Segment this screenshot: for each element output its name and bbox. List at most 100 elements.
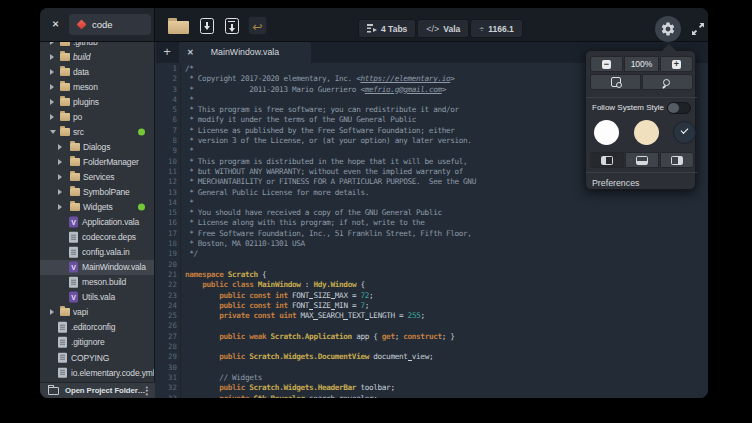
code-line: 22 public class MainWindow : Hdy.Window …	[156, 280, 476, 290]
tree-row[interactable]: VApplication.vala	[40, 215, 155, 230]
revert-button[interactable]: ↩	[248, 16, 267, 35]
tabs-indicator-button[interactable]: 4 Tabs	[358, 19, 416, 38]
find-in-project-button[interactable]	[590, 74, 641, 90]
chevron-right-icon[interactable]	[58, 204, 62, 210]
line-number: 22	[156, 280, 177, 290]
line-number: 6	[156, 115, 177, 125]
chevron-right-icon[interactable]	[50, 309, 54, 315]
chevron-right-icon[interactable]	[58, 144, 62, 150]
tree-row[interactable]: .editorconfig	[40, 320, 155, 335]
tree-row[interactable]: config.vala.in	[40, 245, 155, 260]
folder-icon	[60, 128, 70, 136]
layout-right-button[interactable]	[660, 152, 694, 168]
tree-row[interactable]: codecore.deps	[40, 230, 155, 245]
zoom-out-button[interactable]: −	[590, 56, 623, 72]
tree-row[interactable]: Dialogs	[40, 139, 155, 154]
preferences-menu-item[interactable]: Preferences	[592, 178, 639, 188]
open-project-label: Open Project Folder…	[65, 386, 145, 395]
tree-row[interactable]: data	[40, 64, 155, 79]
open-project-footer[interactable]: Open Project Folder… ⋮	[40, 382, 155, 398]
tree-row[interactable]: build	[40, 49, 155, 64]
tree-row[interactable]: meson.build	[40, 275, 155, 290]
folder-outline-icon	[48, 387, 59, 395]
layout-sidebar-icon	[601, 156, 613, 165]
language-button[interactable]: </> Vala	[417, 19, 469, 38]
tree-row-label: Widgets	[83, 202, 113, 212]
tree-row[interactable]: .gitignore	[40, 335, 155, 350]
line-number: 14	[156, 198, 177, 208]
chevron-right-icon[interactable]	[58, 189, 62, 195]
tree-row[interactable]: po	[40, 109, 155, 124]
code-line: 4 *	[156, 95, 476, 105]
tree-row[interactable]: io.elementary.code.yml	[40, 365, 155, 380]
project-tab-label: code	[92, 19, 113, 30]
tree-row[interactable]: VUtils.vala	[40, 290, 155, 305]
overflow-menu-icon[interactable]: ⋮	[142, 385, 152, 396]
file-icon	[69, 247, 78, 258]
layout-sidebar-button[interactable]	[590, 152, 624, 168]
sidebar: .githubbuilddatamesonpluginsposrc Dialogs…	[40, 42, 155, 382]
layout-bottom-icon	[636, 156, 648, 165]
settings-button[interactable]	[655, 16, 681, 42]
tree-row[interactable]: src	[40, 124, 155, 139]
folder-icon	[60, 68, 70, 76]
tree-row-label: SymbolPane	[83, 187, 130, 197]
chevron-right-icon[interactable]	[58, 174, 62, 180]
tree-row-label: Dialogs	[83, 142, 110, 152]
tree-row[interactable]: SymbolPane	[40, 184, 155, 199]
follow-system-style-toggle[interactable]	[667, 102, 691, 114]
zoom-in-button[interactable]: +	[660, 56, 693, 72]
line-number: 25	[156, 311, 177, 321]
save-button[interactable]	[200, 18, 214, 34]
save-as-button[interactable]	[225, 18, 239, 34]
tree-row[interactable]: vapi	[40, 305, 155, 320]
tree-row-label: config.vala.in	[82, 247, 130, 257]
settings-popover: − 100% + Follow System Style	[585, 50, 696, 190]
find-button[interactable]	[642, 74, 693, 90]
zoom-level-button[interactable]: 100%	[624, 56, 659, 72]
new-tab-button[interactable]: +	[160, 44, 174, 59]
follow-system-style-label: Follow System Style	[592, 103, 664, 112]
tree-row[interactable]: plugins	[40, 94, 155, 109]
line-number: 27	[156, 332, 177, 342]
layout-bottom-button[interactable]	[625, 152, 659, 168]
code-line: 30	[156, 363, 476, 373]
fullscreen-button[interactable]	[690, 21, 706, 37]
code-line: 17 * Free Software Foundation, Inc., 51 …	[156, 229, 476, 239]
file-icon	[69, 277, 78, 288]
vcs-status-dot	[138, 204, 145, 211]
tree-row[interactable]: Widgets	[40, 200, 155, 215]
chevron-right-icon[interactable]	[50, 114, 54, 120]
tree-row-label: io.elementary.code.yml	[71, 368, 154, 378]
tree-row-label: Services	[83, 172, 114, 182]
chevron-right-icon[interactable]	[50, 99, 54, 105]
style-dark-swatch[interactable]	[673, 121, 696, 144]
line-column-button[interactable]: ÷ 1166.1	[470, 19, 522, 38]
tree-row[interactable]: .github	[40, 42, 155, 49]
revert-icon: ↩	[252, 20, 262, 34]
line-number: 7	[156, 126, 177, 136]
style-sepia-swatch[interactable]	[634, 120, 659, 145]
line-number: 31	[156, 373, 177, 383]
chevron-right-icon[interactable]	[50, 69, 54, 75]
chevron-down-icon[interactable]	[50, 130, 56, 134]
tree-row[interactable]: VMainWindow.vala	[40, 260, 155, 275]
tree-row-label: COPYING	[71, 353, 109, 363]
tree-row[interactable]: meson	[40, 79, 155, 94]
tree-row[interactable]: FolderManager	[40, 154, 155, 169]
line-number: 13	[156, 188, 177, 198]
open-file-button[interactable]	[168, 21, 189, 34]
tree-row[interactable]: Services	[40, 169, 155, 184]
chevron-right-icon[interactable]	[50, 42, 54, 45]
line-number: 19	[156, 249, 177, 259]
vala-file-icon: V	[69, 262, 78, 273]
close-window-icon[interactable]: ✕	[52, 19, 59, 29]
chevron-right-icon[interactable]	[50, 54, 54, 60]
chevron-right-icon[interactable]	[58, 159, 62, 165]
style-light-swatch[interactable]	[594, 120, 619, 145]
chevron-right-icon[interactable]	[50, 84, 54, 90]
tree-row[interactable]: COPYING	[40, 350, 155, 365]
line-number: 33	[156, 394, 177, 399]
project-tab[interactable]: code	[69, 14, 151, 35]
tab-mainwindow[interactable]: ✕ MainWindow.vala	[179, 42, 311, 63]
